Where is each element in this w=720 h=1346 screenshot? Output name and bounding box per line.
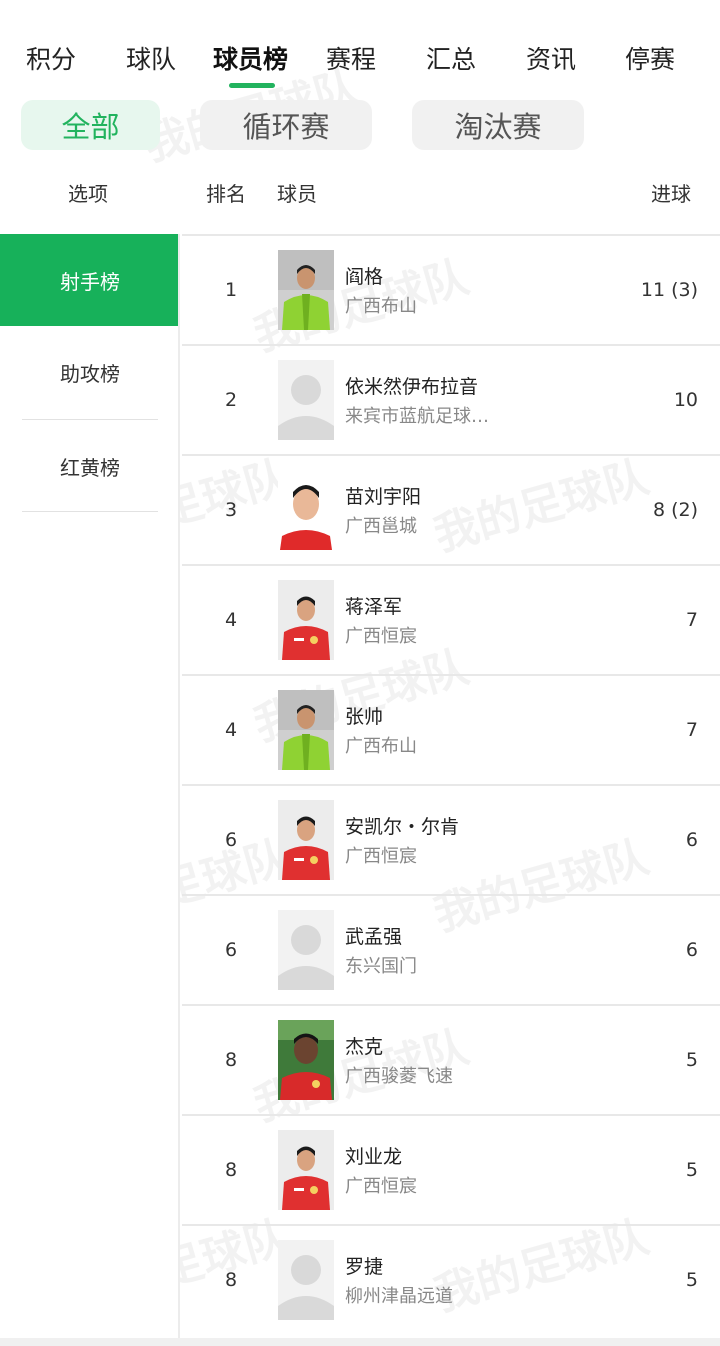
player-avatar — [278, 250, 334, 330]
player-goals: 7 — [685, 609, 698, 631]
tab-suspensions[interactable]: 停赛 — [625, 40, 675, 76]
player-goals: 7 — [685, 719, 698, 741]
player-row[interactable]: 3 苗刘宇阳广西邕城 8 (2) — [182, 454, 720, 564]
tab-standings[interactable]: 积分 — [26, 40, 76, 76]
player-row[interactable]: 8 罗捷柳州津晶远道 5 — [182, 1224, 720, 1334]
player-team: 东兴国门 — [345, 956, 417, 977]
player-team: 广西恒宸 — [345, 626, 417, 647]
player-team: 广西布山 — [345, 736, 417, 757]
player-ranking-list: 1 阎格广西布山 11 (3) 2 依米然伊布拉音 来宾市蓝航足球… 10 3 苗刘宇阳广西邕城… — [182, 234, 720, 1334]
player-name: 依米然伊布拉音 — [345, 376, 479, 398]
player-goals: 5 — [685, 1159, 698, 1181]
player-avatar — [278, 1240, 334, 1320]
player-goals: 8 (2) — [652, 499, 698, 521]
player-rank: 6 — [224, 829, 238, 851]
player-name: 刘业龙 — [345, 1146, 403, 1168]
player-avatar — [278, 800, 334, 880]
column-player: 球员 — [277, 182, 317, 206]
player-name: 罗捷 — [345, 1256, 384, 1278]
tab-schedule[interactable]: 赛程 — [326, 40, 376, 76]
category-assists[interactable]: 助攻榜 — [0, 326, 180, 418]
divider — [22, 511, 158, 512]
player-row[interactable]: 4 蒋泽军广西恒宸 7 — [182, 564, 720, 674]
tab-teams[interactable]: 球队 — [126, 40, 176, 76]
tab-news[interactable]: 资讯 — [526, 40, 576, 76]
player-name: 张帅 — [345, 706, 384, 728]
player-team: 柳州津晶远道 — [345, 1286, 453, 1307]
player-rank: 1 — [224, 279, 238, 301]
column-options: 选项 — [68, 182, 108, 206]
player-goals: 5 — [685, 1049, 698, 1071]
player-rank: 4 — [224, 719, 238, 741]
player-goals: 5 — [685, 1269, 698, 1291]
player-avatar — [278, 1130, 334, 1210]
column-goals: 进球 — [651, 182, 691, 206]
player-team: 广西布山 — [345, 296, 417, 317]
player-goals: 11 (3) — [640, 279, 698, 301]
player-team: 广西骏菱飞速 — [345, 1066, 453, 1087]
player-rank: 8 — [224, 1269, 238, 1291]
player-goals: 6 — [685, 939, 698, 961]
category-scorers[interactable]: 射手榜 — [0, 234, 180, 326]
player-name: 杰克 — [345, 1036, 384, 1058]
player-rank: 8 — [224, 1049, 238, 1071]
player-row[interactable]: 6 武孟强东兴国门 6 — [182, 894, 720, 1004]
player-goals: 6 — [685, 829, 698, 851]
player-avatar — [278, 910, 334, 990]
player-team: 广西恒宸 — [345, 1176, 417, 1197]
player-name: 苗刘宇阳 — [345, 486, 422, 508]
player-rank: 8 — [224, 1159, 238, 1181]
player-name: 安凯尔・尔肯 — [345, 816, 460, 838]
player-avatar — [278, 360, 334, 440]
player-rank: 3 — [224, 499, 238, 521]
player-row[interactable]: 4 张帅广西布山 7 — [182, 674, 720, 784]
filter-all[interactable]: 全部 — [21, 100, 160, 150]
player-name: 武孟强 — [345, 926, 403, 948]
player-name: 阎格 — [345, 266, 384, 288]
player-name: 蒋泽军 — [345, 596, 403, 618]
top-tab-bar: 积分 球队 球员榜 赛程 汇总 资讯 停赛 — [0, 28, 720, 90]
player-row[interactable]: 8 杰克广西骏菱飞速 5 — [182, 1004, 720, 1114]
player-team: 广西恒宸 — [345, 846, 417, 867]
player-avatar — [278, 580, 334, 660]
player-avatar — [278, 470, 334, 550]
filter-round-robin[interactable]: 循环赛 — [200, 100, 372, 150]
player-team: 广西邕城 — [345, 516, 417, 537]
tab-player-rankings[interactable]: 球员榜 — [213, 40, 288, 76]
category-cards[interactable]: 红黄榜 — [0, 420, 180, 512]
player-rank: 2 — [224, 389, 238, 411]
bottom-edge — [0, 1338, 720, 1346]
player-rank: 6 — [224, 939, 238, 961]
player-row[interactable]: 8 刘业龙广西恒宸 5 — [182, 1114, 720, 1224]
player-row[interactable]: 2 依米然伊布拉音 来宾市蓝航足球… 10 — [182, 344, 720, 454]
player-row[interactable]: 6 安凯尔・尔肯 广西恒宸 6 — [182, 784, 720, 894]
column-rank: 排名 — [206, 182, 246, 206]
player-avatar — [278, 690, 334, 770]
player-row[interactable]: 1 阎格广西布山 11 (3) — [182, 234, 720, 344]
active-tab-indicator — [229, 83, 275, 88]
category-menu: 射手榜 助攻榜 红黄榜 — [0, 234, 180, 1340]
player-rank: 4 — [224, 609, 238, 631]
tab-summary[interactable]: 汇总 — [426, 40, 476, 76]
player-goals: 10 — [673, 389, 698, 411]
player-avatar — [278, 1020, 334, 1100]
filter-knockout[interactable]: 淘汰赛 — [412, 100, 584, 150]
player-team: 来宾市蓝航足球… — [345, 406, 489, 427]
